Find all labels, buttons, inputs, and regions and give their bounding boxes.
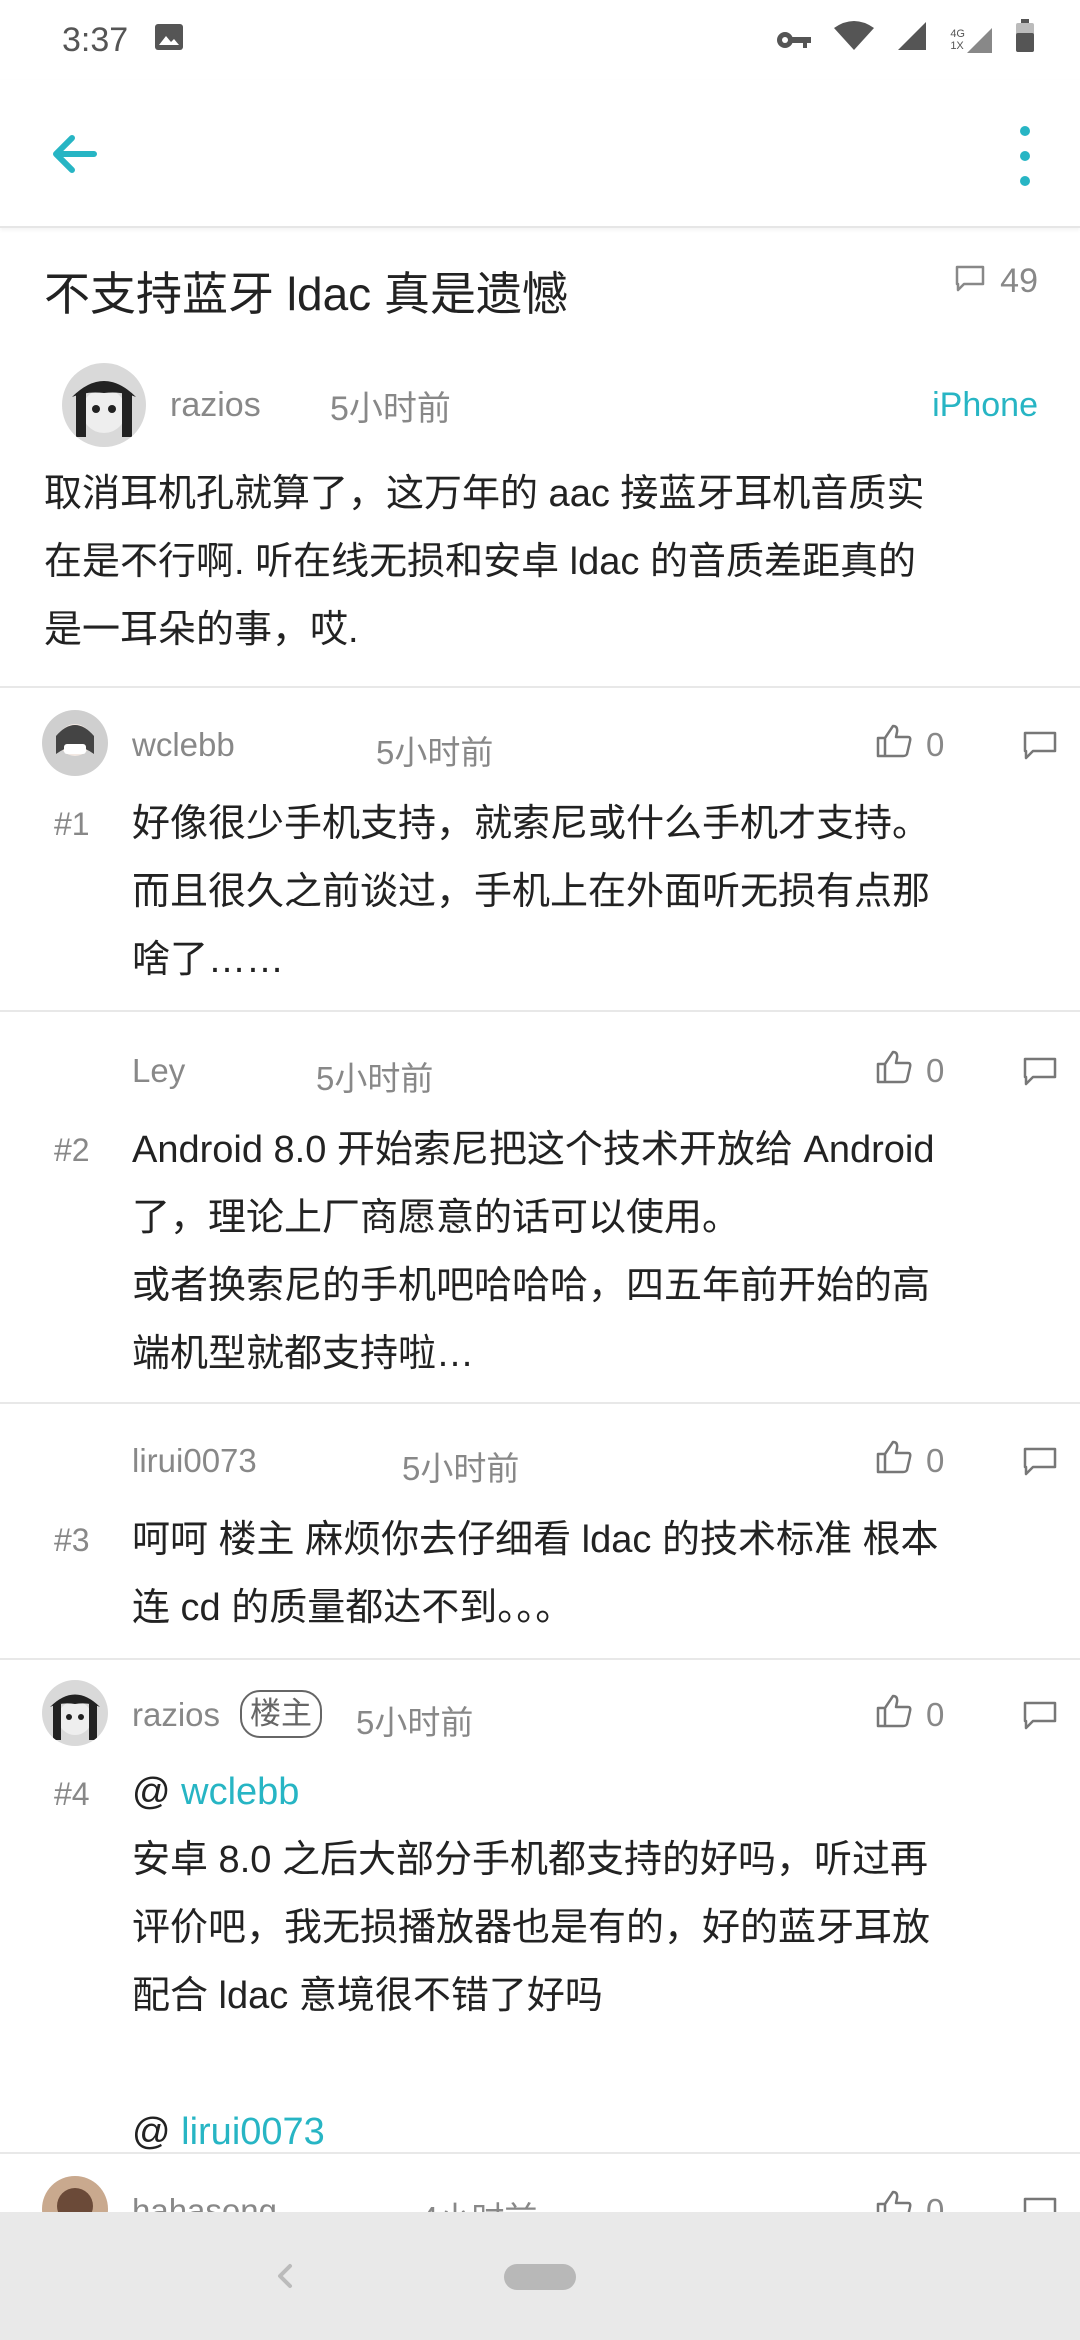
thumbs-up-icon — [876, 1694, 912, 1736]
floor-number: #4 — [54, 1776, 90, 1812]
reply-author[interactable]: lirui0073 — [132, 1442, 257, 1480]
reply-comment-icon[interactable] — [1022, 730, 1058, 760]
thumbs-up-icon — [876, 724, 912, 766]
like-count: 0 — [926, 1052, 945, 1089]
reply-item: lirui0073 5小时前 0 #3 呵呵 楼主 麻烦你去仔细看 ldac 的… — [0, 1402, 1080, 1658]
body-line: 安卓 8.0 之后大部分手机都支持的好吗，听过再 — [132, 1839, 928, 1881]
reply-time: 4小时前 — [420, 2192, 537, 2212]
floor-number: #1 — [54, 806, 90, 842]
body-line: 而且很久之前谈过，手机上在外面听无损有点那 — [132, 871, 931, 913]
network-type-icon: 4G 1X — [950, 26, 993, 54]
back-arrow-icon[interactable] — [44, 124, 104, 184]
device-label: iPhone — [932, 385, 1038, 424]
battery-icon — [1015, 18, 1035, 62]
comment-count-value: 49 — [1000, 262, 1038, 300]
reply-item: hahasong 4小时前 0 — [0, 2152, 1080, 2212]
reply-body: @ wclebb 安卓 8.0 之后大部分手机都支持的好吗，听过再 评价吧，我无… — [132, 1758, 1032, 2166]
post-time: 5小时前 — [330, 389, 451, 428]
reply-item: wclebb 5小时前 0 #1 好像很少手机支持，就索尼或什么手机才支持。 而… — [0, 686, 1080, 1010]
reply-time: 5小时前 — [316, 1060, 434, 1097]
reply-author[interactable]: hahasong — [132, 2192, 277, 2212]
reply-time: 5小时前 — [402, 1450, 520, 1487]
like-button[interactable]: 0 — [876, 1694, 944, 1736]
reply-author[interactable]: razios — [132, 1696, 220, 1734]
like-button[interactable]: 0 — [876, 1050, 944, 1092]
like-count: 0 — [926, 726, 945, 763]
body-line: 了，理论上厂商愿意的话可以使用。 — [132, 1197, 741, 1239]
network-type-top: 4G — [950, 28, 965, 40]
like-button[interactable]: 0 — [876, 2190, 944, 2212]
body-line: 连 cd 的质量都达不到。。。 — [132, 1587, 574, 1629]
nav-back-icon[interactable] — [270, 2256, 298, 2301]
mention-prefix: @ — [132, 2111, 182, 2153]
reply-comment-icon[interactable] — [1022, 1446, 1058, 1476]
body-line: 端机型就都支持啦… — [132, 1333, 475, 1375]
thumbs-up-icon — [876, 1440, 912, 1482]
body-line: 是一耳朵的事，哎. — [44, 609, 359, 651]
avatar[interactable] — [42, 710, 108, 776]
vpn-key-icon — [776, 21, 812, 60]
mention-line: @ wclebb — [132, 1758, 1032, 1826]
top-app-bar — [0, 80, 1080, 228]
reply-comment-icon[interactable] — [1022, 1056, 1058, 1086]
reply-body: Android 8.0 开始索尼把这个技术开放给 Android 了，理论上厂商… — [132, 1116, 1032, 1388]
mention-link[interactable]: wclebb — [181, 1771, 299, 1813]
body-line: 取消耳机孔就算了，这万年的 aac 接蓝牙耳机音质实 — [44, 473, 925, 515]
op-badge: 楼主 — [240, 1690, 322, 1738]
avatar[interactable] — [42, 1680, 108, 1746]
reply-author[interactable]: wclebb — [132, 726, 235, 764]
reply-time: 5小时前 — [356, 1704, 474, 1741]
like-count: 0 — [926, 1442, 945, 1479]
reply-item: Ley 5小时前 0 #2 Android 8.0 开始索尼把这个技术开放给 A… — [0, 1010, 1080, 1402]
body-line: 呵呵 楼主 麻烦你去仔细看 ldac 的技术标准 根本 — [132, 1519, 939, 1561]
reply-comment-icon[interactable] — [1022, 2196, 1058, 2212]
image-notification-icon — [154, 21, 184, 60]
avatar[interactable] — [62, 363, 146, 447]
reply-body: 呵呵 楼主 麻烦你去仔细看 ldac 的技术标准 根本 连 cd 的质量都达不到… — [132, 1506, 1032, 1642]
mention-link[interactable]: lirui0073 — [181, 2111, 325, 2153]
floor-number: #3 — [54, 1522, 90, 1558]
floor-number: #2 — [54, 1132, 90, 1168]
like-button[interactable]: 0 — [876, 1440, 944, 1482]
body-line: 配合 ldac 意境很不错了好吗 — [132, 1975, 603, 2017]
comment-count[interactable]: 49 — [954, 262, 1038, 301]
system-nav-bar — [0, 2212, 1080, 2340]
body-line: 啥了…… — [132, 939, 285, 981]
network-type-bottom: 1X — [950, 40, 964, 52]
body-line: 好像很少手机支持，就索尼或什么手机才支持。 — [132, 803, 931, 845]
reply-author[interactable]: Ley — [132, 1052, 185, 1090]
like-button[interactable]: 0 — [876, 724, 944, 766]
reply-body: 好像很少手机支持，就索尼或什么手机才支持。 而且很久之前谈过，手机上在外面听无损… — [132, 790, 1032, 994]
thread-title: 不支持蓝牙 ldac 真是遗憾 — [44, 268, 568, 320]
author-name[interactable]: razios — [170, 386, 330, 425]
thumbs-up-icon — [876, 2190, 912, 2212]
status-bar: 3:37 4G 1X — [0, 0, 1080, 80]
status-time: 3:37 — [62, 20, 129, 59]
thumbs-up-icon — [876, 1050, 912, 1092]
like-count: 0 — [926, 2192, 945, 2212]
op-author-row: razios 5小时前 iPhone — [62, 360, 1038, 450]
wifi-icon — [834, 20, 875, 61]
reply-item: razios 楼主 5小时前 0 #4 @ wclebb 安卓 8.0 之后大部… — [0, 1658, 1080, 2153]
reply-time: 5小时前 — [376, 734, 494, 771]
more-options-icon[interactable] — [1010, 126, 1040, 186]
thread-body: 取消耳机孔就算了，这万年的 aac 接蓝牙耳机音质实 在是不行啊. 听在线无损和… — [44, 460, 1034, 664]
avatar[interactable] — [42, 2176, 108, 2212]
comment-icon — [954, 262, 986, 301]
like-count: 0 — [926, 1696, 945, 1733]
reply-comment-icon[interactable] — [1022, 1700, 1058, 1730]
nav-home-pill[interactable] — [504, 2264, 576, 2290]
body-line: 评价吧，我无损播放器也是有的，好的蓝牙耳放 — [132, 1907, 931, 1949]
body-line: 在是不行啊. 听在线无损和安卓 ldac 的音质差距真的 — [44, 541, 916, 583]
mention-prefix: @ — [132, 1771, 182, 1813]
body-line: Android 8.0 开始索尼把这个技术开放给 Android — [132, 1129, 935, 1171]
body-line: 或者换索尼的手机吧哈哈哈，四五年前开始的高 — [132, 1265, 931, 1307]
cell-signal-icon — [896, 20, 928, 61]
